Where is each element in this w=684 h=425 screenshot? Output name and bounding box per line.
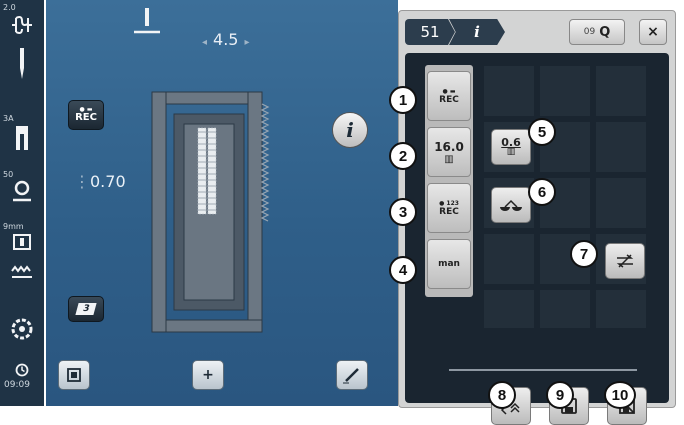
close-button[interactable]: × (639, 19, 667, 45)
clock-time: 09:09 (4, 380, 30, 390)
stitch-width-value: 4.5 (213, 30, 239, 49)
rec-counter-button[interactable]: ● 123 REC (427, 183, 471, 233)
mirror-image-button[interactable] (605, 243, 645, 279)
close-icon: × (647, 24, 659, 40)
grid-cell (483, 65, 535, 117)
stitch-length-value: 0.70 (90, 172, 126, 191)
sequence-button[interactable]: 3 (68, 296, 104, 322)
upper-thread-tension-icon[interactable] (0, 14, 44, 40)
magnifier-icon: Q (599, 24, 611, 40)
manual-buttonhole-button[interactable]: man (427, 239, 471, 289)
grid-cell (539, 65, 591, 117)
presser-foot-icon[interactable] (0, 126, 44, 156)
callout-9: 9 (546, 381, 574, 409)
sewing-machine-screen: 2.0 3A 50 9mm 09:09 ◂ 4.5 ▸ ● ▬ REC ⋮0.7… (0, 0, 684, 425)
buttonhole-preview (151, 91, 270, 333)
mirror-arrows-icon (616, 254, 634, 268)
callout-2: 2 (389, 142, 417, 170)
info-tab-label: i (474, 23, 480, 41)
callout-10: 10 (604, 381, 636, 409)
buttonhole-icon: ▥ (444, 153, 454, 165)
rec-length-label: REC (439, 94, 459, 105)
rec-counter-sub: 123 (446, 199, 459, 207)
callout-6: 6 (528, 178, 556, 206)
stitch-length-button[interactable]: 0.6 ▥ (491, 129, 531, 165)
rec-label: REC (75, 112, 97, 123)
length-indicator-icon: ⋮ (74, 172, 90, 191)
callout-3: 3 (389, 198, 417, 226)
status-sidebar: 2.0 3A 50 9mm 09:09 (0, 0, 44, 406)
stitch-edit-area: ◂ 4.5 ▸ ● ▬ REC ⋮0.70 3 i + (46, 0, 398, 406)
info-panel: 51 i 09 Q × ● ▬ REC 16.0 ▥ ● 123 REC man… (398, 10, 676, 425)
balance-icon (500, 199, 522, 211)
add-button[interactable]: + (192, 360, 224, 390)
buttonhole-options-column: ● ▬ REC 16.0 ▥ ● 123 REC man (425, 65, 473, 297)
callout-8: 8 (488, 381, 516, 409)
grid-cell (595, 177, 647, 229)
grid-cell (483, 233, 535, 285)
bobbin-icon[interactable] (0, 318, 44, 344)
sequence-label: 3 (75, 303, 97, 315)
stitch-width-display[interactable]: ◂ 4.5 ▸ (196, 30, 256, 49)
tab-info[interactable]: i (449, 19, 505, 45)
stitch-view-button[interactable] (58, 360, 90, 390)
callout-5: 5 (528, 118, 556, 146)
function-grid: ● ▬ REC 16.0 ▥ ● 123 REC man 0.6 ▥ (405, 53, 669, 425)
grid-cell (483, 289, 535, 329)
grid-cell (595, 65, 647, 117)
rec-dot-icon: ● ▬ (442, 87, 456, 95)
bobbin-tension-icon[interactable] (0, 180, 44, 208)
plus-icon: + (202, 367, 214, 383)
density-icon: ▥ (506, 147, 516, 157)
needle-icon[interactable] (0, 48, 44, 84)
info-button[interactable]: i (332, 112, 368, 148)
tab-stitch-number[interactable]: 51 (405, 19, 455, 45)
balance-button[interactable] (491, 187, 531, 223)
grid-cell (539, 289, 591, 329)
clock-icon (0, 362, 44, 381)
increase-arrow-icon: ▸ (244, 37, 250, 48)
manual-label: man (438, 259, 460, 269)
callout-1: 1 (389, 86, 417, 114)
width-limit-value: 9mm (3, 222, 24, 231)
presser-foot-value: 3A (3, 114, 14, 123)
rec-button[interactable]: ● ▬ REC (68, 100, 104, 130)
callout-7: 7 (570, 240, 598, 268)
buttonhole-length-label: 16.0 (434, 139, 464, 154)
buttonhole-length-button[interactable]: 16.0 ▥ (427, 127, 471, 177)
tension-value: 50 (3, 170, 14, 179)
stitch-length-display[interactable]: ⋮0.70 (74, 172, 126, 191)
edit-button[interactable] (336, 360, 368, 390)
needle-position-icon[interactable] (130, 8, 164, 36)
callout-4: 4 (389, 256, 417, 284)
rec-length-button[interactable]: ● ▬ REC (427, 71, 471, 121)
grid-cell (595, 121, 647, 173)
info-label: i (346, 118, 354, 142)
search-button[interactable]: 09 Q (569, 19, 625, 45)
stitch-number-label: 51 (420, 23, 440, 41)
pen-icon (343, 368, 359, 384)
search-label: 09 (583, 27, 596, 37)
stitch-plate-icon[interactable] (0, 234, 44, 254)
grid-cell (595, 289, 647, 329)
feed-dog-icon[interactable] (0, 264, 44, 283)
divider (449, 369, 637, 371)
upper-thread-value: 2.0 (3, 3, 16, 12)
decrease-arrow-icon: ◂ (202, 37, 208, 48)
frame-icon (67, 368, 81, 382)
rec-counter-label: REC (439, 206, 459, 217)
